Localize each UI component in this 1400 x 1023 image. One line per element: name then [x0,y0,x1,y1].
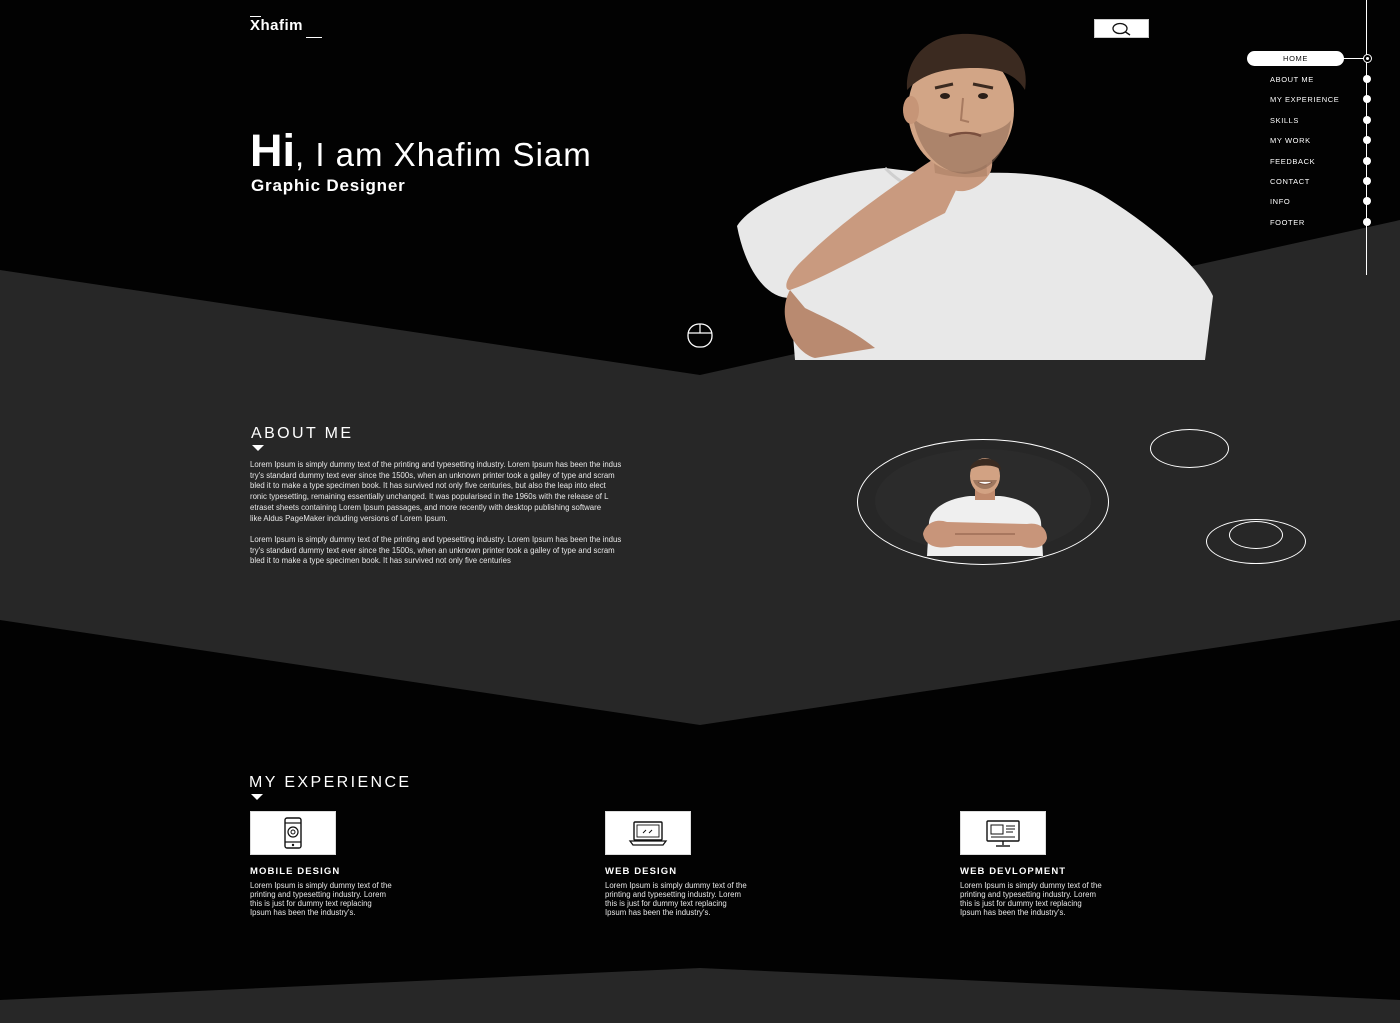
exp-card-mobile-title: MOBILE DESIGN [250,866,341,877]
about-p1-line: ronic typesetting, remaining essentially… [250,492,609,502]
exp-desc-line: printing and typesetting industry. Lorem [250,890,386,899]
exp-desc-line: Lorem Ipsum is simply dummy text of the [605,881,747,890]
about-p2-line: Lorem Ipsum is simply dummy text of the … [250,535,622,544]
exp-desc-line: this is just for dummy text replacing [605,899,727,908]
mouse-icon[interactable] [686,322,714,350]
exp-desc-line: this is just for dummy text replacing [250,899,372,908]
exp-card-web-design-desc: Lorem Ipsum is simply dummy text of the … [605,881,805,917]
about-p1-line: bled it to make a type specimen book. It… [250,481,606,491]
nav-dot-my-work[interactable] [1363,136,1371,144]
nav-dot-skills[interactable] [1363,116,1371,124]
experience-title: MY EXPERIENCE [249,774,412,791]
hero-name: , I am Xhafim Siam [295,136,592,173]
about-title-arrow-icon [252,445,264,451]
exp-desc-line: Ipsum has been the industry's. [605,908,711,917]
nav-dot-contact[interactable] [1363,177,1371,185]
exp-desc-line: Ipsum has been the industry's. [960,908,1066,917]
exp-card-web-design-title: WEB DESIGN [605,866,678,877]
exp-card-mobile-desc: Lorem Ipsum is simply dummy text of the … [250,881,450,917]
mobile-icon [284,817,302,849]
nav-item-home[interactable]: HOME [1247,51,1344,66]
about-paragraph-1: Lorem Ipsum is simply dummy text of the … [250,460,822,524]
about-portrait [923,458,1047,556]
nav-dot-info[interactable] [1363,197,1371,205]
experience-title-arrow-icon [251,794,263,800]
nav-item-contact[interactable]: CONTACT [1270,177,1310,186]
about-p2-line: bled it to make a type specimen book. It… [250,556,511,566]
exp-desc-line: Ipsum has been the industry's. [250,908,356,917]
exp-desc-line: this is just for dummy text replacing [960,899,1082,908]
exp-card-web-design-icon-box[interactable] [605,811,691,855]
logo[interactable]: Xhafim [250,16,322,38]
nav-item-feedback[interactable]: FEEDBACK [1270,157,1315,166]
nav-dot-home[interactable] [1363,54,1372,63]
nav-item-my-experience[interactable]: MY EXPERIENCE [1270,95,1339,104]
nav-dot-my-experience[interactable] [1363,95,1371,103]
about-p2-line: try's standard dummy text ever since the… [250,545,615,555]
about-title: ABOUT ME [251,425,354,442]
hero-subtitle: Graphic Designer [251,176,406,195]
about-p1-line: try's standard dummy text ever since the… [250,470,615,480]
hero-title: Hi, I am Xhafim Siam [250,128,592,173]
about-p1-line: like Aldus PageMaker including versions … [250,513,448,523]
about-paragraph-2: Lorem Ipsum is simply dummy text of the … [250,535,822,567]
exp-card-web-dev-title: WEB DEVLOPMENT [960,866,1067,877]
nav-dot-footer[interactable] [1363,218,1371,226]
nav-item-about-me[interactable]: ABOUT ME [1270,75,1314,84]
decor-ring-small [1150,429,1229,468]
laptop-icon [628,821,668,846]
monitor-icon [986,820,1020,847]
exp-desc-line: printing and typesetting industry. Lorem [960,890,1096,899]
nav-dot-about-me[interactable] [1363,75,1371,83]
exp-card-web-dev-icon-box[interactable] [960,811,1046,855]
about-p1-line: etraset sheets containing Lorem Ipsum pa… [250,502,602,512]
exp-desc-line: Lorem Ipsum is simply dummy text of the [960,881,1102,890]
exp-card-mobile-icon-box[interactable] [250,811,336,855]
nav-item-my-work[interactable]: MY WORK [1270,136,1311,145]
hero-portrait [737,33,1213,360]
exp-desc-line: Lorem Ipsum is simply dummy text of the [250,881,392,890]
about-p1-line: Lorem Ipsum is simply dummy text of the … [250,460,622,469]
logo-text: Xhafim [250,17,304,34]
nav-dot-feedback[interactable] [1363,157,1371,165]
nav-item-info[interactable]: INFO [1270,197,1290,206]
nav-item-footer[interactable]: FOOTER [1270,218,1305,227]
hero-hi: Hi [250,125,295,176]
nav-item-skills[interactable]: SKILLS [1270,116,1299,125]
exp-card-web-dev-desc: Lorem Ipsum is simply dummy text of the … [960,881,1160,917]
decor-ring-inner [1229,521,1283,549]
exp-desc-line: printing and typesetting industry. Lorem [605,890,741,899]
